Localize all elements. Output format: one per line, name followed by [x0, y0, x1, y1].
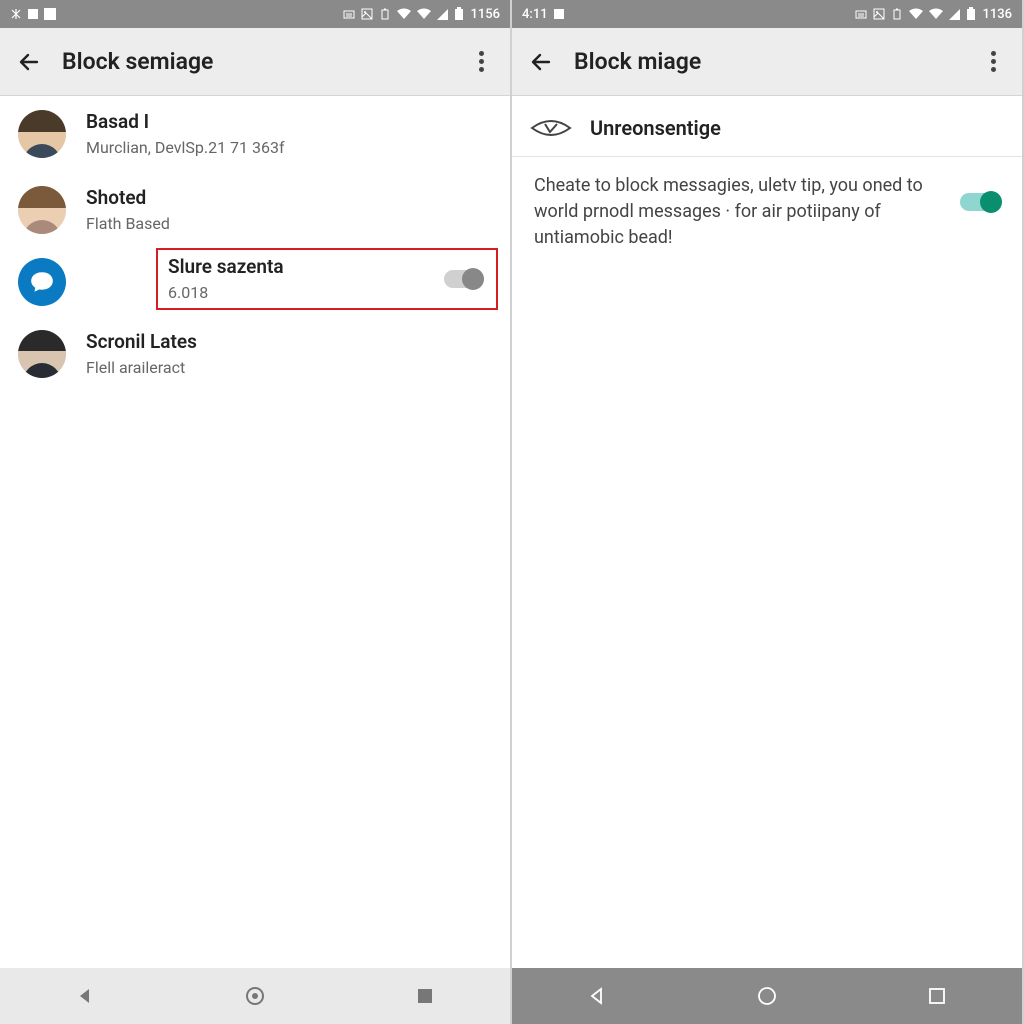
more-options-button[interactable] [978, 47, 1008, 77]
app-bar: Block miage [512, 28, 1022, 96]
nav-recent-icon [416, 987, 434, 1005]
status-icon [28, 9, 38, 19]
navigation-bar [512, 968, 1022, 1024]
nav-home-button[interactable] [230, 976, 280, 1016]
nav-back-button[interactable] [60, 976, 110, 1016]
list-item-title: Shoted [86, 187, 492, 210]
settings-content: Unreonsentige Cheate to block messagies,… [512, 96, 1022, 968]
status-bar: 1156 [0, 0, 510, 28]
toggle-knob [980, 191, 1002, 213]
dot-icon [991, 51, 996, 56]
avatar [18, 186, 66, 234]
setting-title: Unreonsentige [590, 116, 721, 140]
nav-recent-icon [928, 987, 946, 1005]
status-right-icons: 1156 [343, 7, 500, 22]
dot-icon [479, 67, 484, 72]
battery-icon [966, 7, 976, 21]
list-item[interactable]: Scronil Lates Flell araileract [0, 316, 510, 392]
toggle-switch-off[interactable] [444, 270, 482, 288]
nav-home-icon [244, 985, 266, 1007]
dot-icon [479, 51, 484, 56]
dot-icon [991, 67, 996, 72]
setting-header-row[interactable]: Unreonsentige [512, 96, 1022, 157]
dot-icon [479, 59, 484, 64]
status-time: 1156 [470, 7, 500, 22]
list-item-subtitle: Murclian, DevlSp.21 71 363f [86, 138, 492, 157]
list-item-title: Basad I [86, 111, 492, 134]
message-icon-avatar [18, 258, 66, 306]
left-screenshot: 1156 Block semiage Basad I Murclian, Dev… [0, 0, 512, 1024]
setting-description: Cheate to block messagies, uletv tip, yo… [534, 173, 942, 251]
list-item-subtitle: Flell araileract [86, 358, 492, 377]
list-item-title: Scronil Lates [86, 331, 492, 354]
list-item-title: Slure sazenta [168, 256, 444, 279]
more-options-button[interactable] [466, 47, 496, 77]
nav-recent-button[interactable] [912, 976, 962, 1016]
list-item-text: Slure sazenta 6.018 [168, 256, 444, 302]
right-screenshot: 4:11 1136 [512, 0, 1024, 1024]
back-button[interactable] [526, 47, 556, 77]
avatar [18, 110, 66, 158]
dot-icon [991, 59, 996, 64]
signal-icon [437, 9, 448, 20]
list-item-text: Shoted Flath Based [86, 187, 492, 233]
nav-back-icon [587, 986, 607, 1006]
eye-icon [530, 116, 576, 140]
list-item-text: Scronil Lates Flell araileract [86, 331, 492, 377]
status-left-icons [10, 8, 56, 20]
back-arrow-icon [17, 50, 41, 74]
status-icon [44, 8, 56, 20]
app-bar-title: Block miage [574, 48, 978, 75]
status-icon [554, 9, 564, 19]
battery-icon [454, 7, 464, 21]
nav-home-icon [756, 985, 778, 1007]
status-icon [10, 8, 22, 20]
photo-icon [873, 8, 885, 20]
list-item[interactable]: Basad I Murclian, DevlSp.21 71 363f [0, 96, 510, 172]
status-icon [343, 8, 355, 20]
wifi-icon [929, 8, 943, 20]
signal-icon [949, 9, 960, 20]
navigation-bar [0, 968, 510, 1024]
list-item-subtitle: Flath Based [86, 214, 492, 233]
nav-back-button[interactable] [572, 976, 622, 1016]
nav-recent-button[interactable] [400, 976, 450, 1016]
app-bar: Block semiage [0, 28, 510, 96]
back-button[interactable] [14, 47, 44, 77]
status-icon [891, 8, 903, 20]
status-icon [855, 8, 867, 20]
status-bar: 4:11 1136 [512, 0, 1022, 28]
status-left-icons: 4:11 [522, 7, 564, 22]
nav-home-button[interactable] [742, 976, 792, 1016]
wifi-icon [397, 8, 411, 20]
status-time-left: 4:11 [522, 7, 548, 22]
back-arrow-icon [529, 50, 553, 74]
status-time: 1136 [982, 7, 1012, 22]
photo-icon [361, 8, 373, 20]
avatar [18, 330, 66, 378]
app-bar-title: Block semiage [62, 48, 466, 75]
wifi-icon [417, 8, 431, 20]
status-icon [379, 8, 391, 20]
status-right-icons: 1136 [855, 7, 1012, 22]
wifi-icon [909, 8, 923, 20]
list-item[interactable]: Shoted Flath Based [0, 172, 510, 248]
nav-back-icon [75, 986, 95, 1006]
contact-list: Basad I Murclian, DevlSp.21 71 363f Shot… [0, 96, 510, 968]
message-icon [29, 269, 55, 295]
setting-description-row: Cheate to block messagies, uletv tip, yo… [512, 157, 1022, 261]
highlighted-list-item[interactable]: Slure sazenta 6.018 [156, 248, 498, 310]
toggle-knob [462, 268, 484, 290]
list-item-text: Basad I Murclian, DevlSp.21 71 363f [86, 111, 492, 157]
list-item-subtitle: 6.018 [168, 283, 444, 302]
toggle-switch-on[interactable] [960, 193, 1000, 211]
